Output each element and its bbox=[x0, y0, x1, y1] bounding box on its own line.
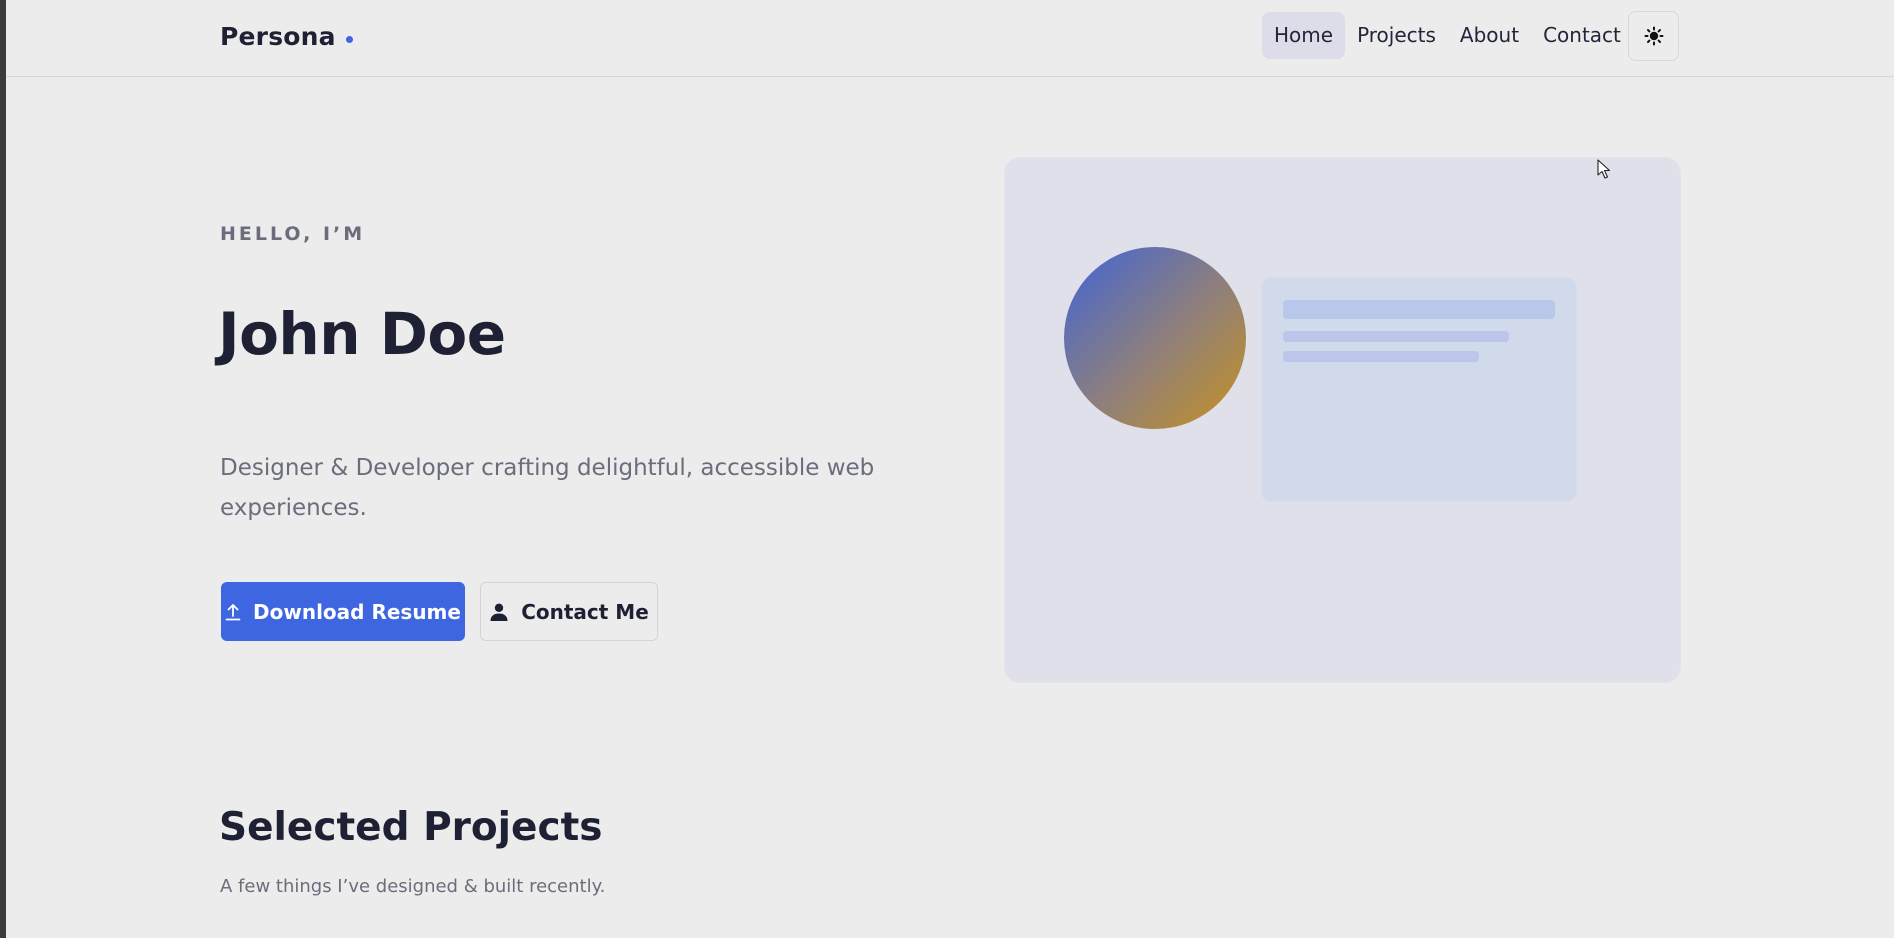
placeholder-line bbox=[1283, 300, 1555, 319]
hero-description: Designer & Developer crafting delightful… bbox=[220, 455, 875, 521]
placeholder-panel bbox=[1261, 277, 1577, 502]
nav-contact[interactable]: Contact bbox=[1531, 12, 1633, 59]
user-icon bbox=[490, 603, 508, 621]
nav-home[interactable]: Home bbox=[1262, 12, 1346, 59]
contact-me-button[interactable]: Contact Me bbox=[480, 582, 658, 641]
projects-subtitle: A few things I’ve designed & built recen… bbox=[220, 876, 606, 897]
hero-eyebrow: HELLO, I’M bbox=[220, 223, 366, 245]
nav-about[interactable]: About bbox=[1448, 12, 1531, 59]
theme-toggle-button[interactable] bbox=[1628, 11, 1679, 61]
main-nav: Home Projects About Contact bbox=[1262, 12, 1633, 59]
download-resume-label: Download Resume bbox=[253, 599, 461, 624]
mouse-cursor-icon bbox=[1597, 159, 1611, 179]
window-edge bbox=[0, 0, 6, 938]
logo[interactable]: Persona bbox=[220, 22, 353, 51]
avatar-gradient-circle bbox=[1064, 247, 1246, 429]
nav-projects[interactable]: Projects bbox=[1345, 12, 1448, 59]
site-header: Persona Home Projects About Contact bbox=[6, 0, 1894, 77]
hero-illustration-card bbox=[1004, 157, 1681, 683]
placeholder-line bbox=[1283, 331, 1509, 342]
contact-me-label: Contact Me bbox=[521, 599, 649, 624]
logo-text[interactable]: Persona bbox=[220, 22, 336, 51]
projects-title: Selected Projects bbox=[219, 805, 603, 850]
download-resume-button[interactable]: Download Resume bbox=[221, 582, 465, 641]
sun-icon bbox=[1644, 26, 1663, 46]
upload-icon bbox=[225, 603, 241, 620]
placeholder-line bbox=[1283, 351, 1479, 362]
hero-name: John Doe bbox=[218, 300, 506, 368]
logo-dot bbox=[345, 36, 353, 43]
